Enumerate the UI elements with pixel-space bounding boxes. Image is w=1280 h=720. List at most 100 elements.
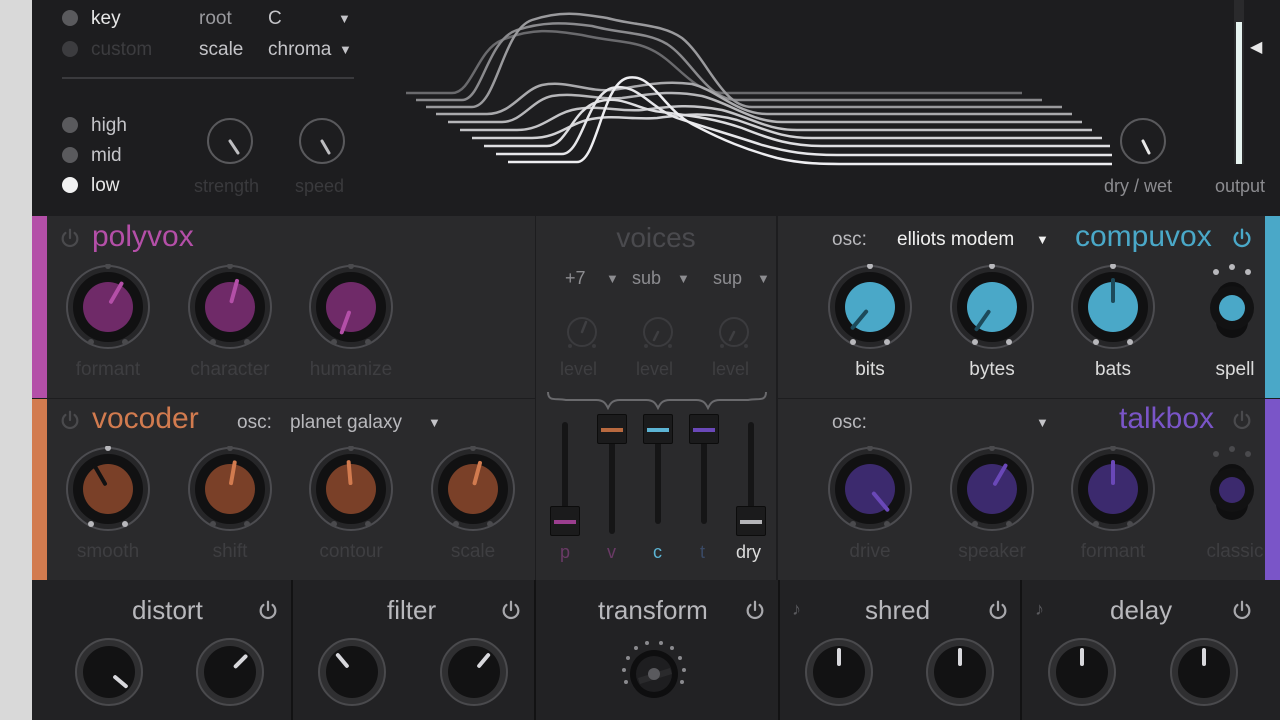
humanize-knob[interactable] bbox=[308, 263, 394, 359]
bits-label: bits bbox=[855, 359, 885, 380]
t-fader-handle[interactable] bbox=[689, 414, 719, 444]
compuvox-osc-dropdown-caret-icon[interactable]: ▼ bbox=[1036, 233, 1049, 246]
polyvox-power-icon[interactable] bbox=[59, 227, 81, 249]
distort-knob-2[interactable] bbox=[195, 637, 265, 712]
talkbox-formant-knob[interactable] bbox=[1070, 445, 1156, 541]
dry-wet-knob[interactable] bbox=[1118, 116, 1168, 166]
delay-note-icon[interactable]: ♪ bbox=[1035, 600, 1044, 618]
spell-switch[interactable] bbox=[1200, 262, 1264, 347]
mixer-label-dry: dry bbox=[736, 542, 762, 562]
delay-title: delay bbox=[1110, 595, 1173, 625]
low-radio[interactable] bbox=[62, 177, 78, 193]
talkbox-osc-dropdown-caret-icon[interactable]: ▼ bbox=[1036, 416, 1049, 429]
strength-label: strength bbox=[194, 176, 260, 196]
distort-title: distort bbox=[132, 595, 203, 625]
mixer-label-p: p bbox=[560, 542, 571, 562]
character-knob[interactable] bbox=[187, 263, 273, 359]
fx-divider bbox=[534, 580, 536, 720]
drive-knob[interactable] bbox=[827, 445, 913, 541]
v-fader-handle[interactable] bbox=[597, 414, 627, 444]
shred-knob-2[interactable] bbox=[925, 637, 995, 712]
voices-select-2-caret-icon[interactable]: ▼ bbox=[677, 272, 690, 285]
voices-select-2[interactable]: sub bbox=[632, 269, 661, 287]
filter-knob-1[interactable] bbox=[317, 637, 387, 712]
smooth-knob[interactable] bbox=[65, 445, 151, 541]
speaker-knob[interactable] bbox=[949, 445, 1035, 541]
delay-knob-2[interactable] bbox=[1169, 637, 1239, 712]
voice-1-level-knob[interactable] bbox=[564, 314, 600, 350]
formant-knob[interactable] bbox=[65, 263, 151, 359]
output-slider-handle-icon[interactable]: ◀ bbox=[1250, 40, 1262, 56]
mid-label: mid bbox=[91, 145, 122, 166]
shred-note-icon[interactable]: ♪ bbox=[792, 600, 801, 618]
distort-knob-1[interactable] bbox=[74, 637, 144, 712]
strength-knob[interactable] bbox=[205, 116, 255, 166]
high-radio[interactable] bbox=[62, 117, 78, 133]
shift-label: shift bbox=[212, 541, 248, 562]
filter-knob-2[interactable] bbox=[439, 637, 509, 712]
delay-power-icon[interactable] bbox=[1231, 599, 1253, 621]
delay-knob-1[interactable] bbox=[1047, 637, 1117, 712]
custom-radio[interactable] bbox=[62, 41, 78, 57]
contour-label: contour bbox=[319, 541, 383, 562]
bats-knob[interactable] bbox=[1070, 263, 1156, 359]
key-radio[interactable] bbox=[62, 10, 78, 26]
fx-row: distort filter transform ♪ shred ♪ delay bbox=[32, 580, 1280, 720]
bits-knob[interactable] bbox=[827, 263, 913, 359]
dry-wet-label: dry / wet bbox=[1104, 176, 1173, 196]
vocoder-osc-dropdown-caret-icon[interactable]: ▼ bbox=[428, 416, 441, 429]
root-select[interactable]: C bbox=[268, 9, 282, 28]
c-fader-handle[interactable] bbox=[643, 414, 673, 444]
voices-select-3-caret-icon[interactable]: ▼ bbox=[757, 272, 770, 285]
filter-power-icon[interactable] bbox=[500, 599, 522, 621]
classic-switch[interactable] bbox=[1200, 444, 1264, 529]
key-label: key bbox=[91, 8, 121, 29]
plugin-window: key custom root C ▼ scale chroma ▼ high … bbox=[32, 0, 1280, 720]
dry-fader-handle[interactable] bbox=[736, 506, 766, 536]
talkbox-osc-label: osc: bbox=[832, 412, 867, 433]
vocoder-osc-select[interactable]: planet galaxy bbox=[290, 413, 402, 432]
compuvox-osc-select[interactable]: elliots modem bbox=[897, 230, 1014, 249]
voices-select-1[interactable]: +7 bbox=[565, 269, 586, 287]
vocoder-panel: vocoder osc: planet galaxy ▼ smooth shif… bbox=[32, 399, 535, 580]
distort-power-icon[interactable] bbox=[257, 599, 279, 621]
speed-knob[interactable] bbox=[297, 116, 347, 166]
contour-knob[interactable] bbox=[308, 445, 394, 541]
output-meter-fill bbox=[1236, 22, 1242, 164]
vocoder-scale-label: scale bbox=[450, 541, 496, 562]
formant-label: formant bbox=[75, 359, 141, 380]
humanize-label: humanize bbox=[309, 359, 393, 380]
voice-2-level-knob[interactable] bbox=[640, 314, 676, 350]
compuvox-power-icon[interactable] bbox=[1231, 227, 1253, 249]
shift-knob[interactable] bbox=[187, 445, 273, 541]
voices-select-3[interactable]: sup bbox=[713, 269, 742, 287]
high-label: high bbox=[91, 115, 127, 136]
root-dropdown-caret-icon[interactable]: ▼ bbox=[338, 12, 351, 25]
p-fader-handle[interactable] bbox=[550, 506, 580, 536]
voices-select-1-caret-icon[interactable]: ▼ bbox=[606, 272, 619, 285]
transform-power-icon[interactable] bbox=[744, 599, 766, 621]
shred-knob-1[interactable] bbox=[804, 637, 874, 712]
output-label: output bbox=[1215, 176, 1266, 196]
voice-3-level-knob[interactable] bbox=[716, 314, 752, 350]
mid-radio[interactable] bbox=[62, 147, 78, 163]
compuvox-title: compuvox bbox=[1075, 220, 1212, 253]
voice-1-level-label: level bbox=[560, 359, 598, 379]
vocoder-power-icon[interactable] bbox=[59, 409, 81, 431]
scale-knob[interactable] bbox=[430, 445, 516, 541]
shred-title: shred bbox=[865, 595, 931, 625]
vocoder-title: vocoder bbox=[92, 402, 199, 435]
talkbox-power-icon[interactable] bbox=[1231, 409, 1253, 431]
scale-dropdown-caret-icon[interactable]: ▼ bbox=[339, 43, 352, 56]
mixer-group-bracket bbox=[547, 391, 767, 410]
voices-title: voices bbox=[616, 222, 696, 253]
smooth-label: smooth bbox=[76, 541, 140, 562]
output-meter bbox=[1234, 0, 1244, 164]
scale-select[interactable]: chroma bbox=[268, 40, 331, 59]
fx-divider bbox=[1020, 580, 1022, 720]
shred-power-icon[interactable] bbox=[987, 599, 1009, 621]
transform-knob[interactable] bbox=[616, 634, 692, 710]
talkbox-panel: osc: ▼ talkbox drive speaker formant cla… bbox=[778, 399, 1280, 580]
classic-label: classic bbox=[1206, 541, 1264, 562]
bytes-knob[interactable] bbox=[949, 263, 1035, 359]
